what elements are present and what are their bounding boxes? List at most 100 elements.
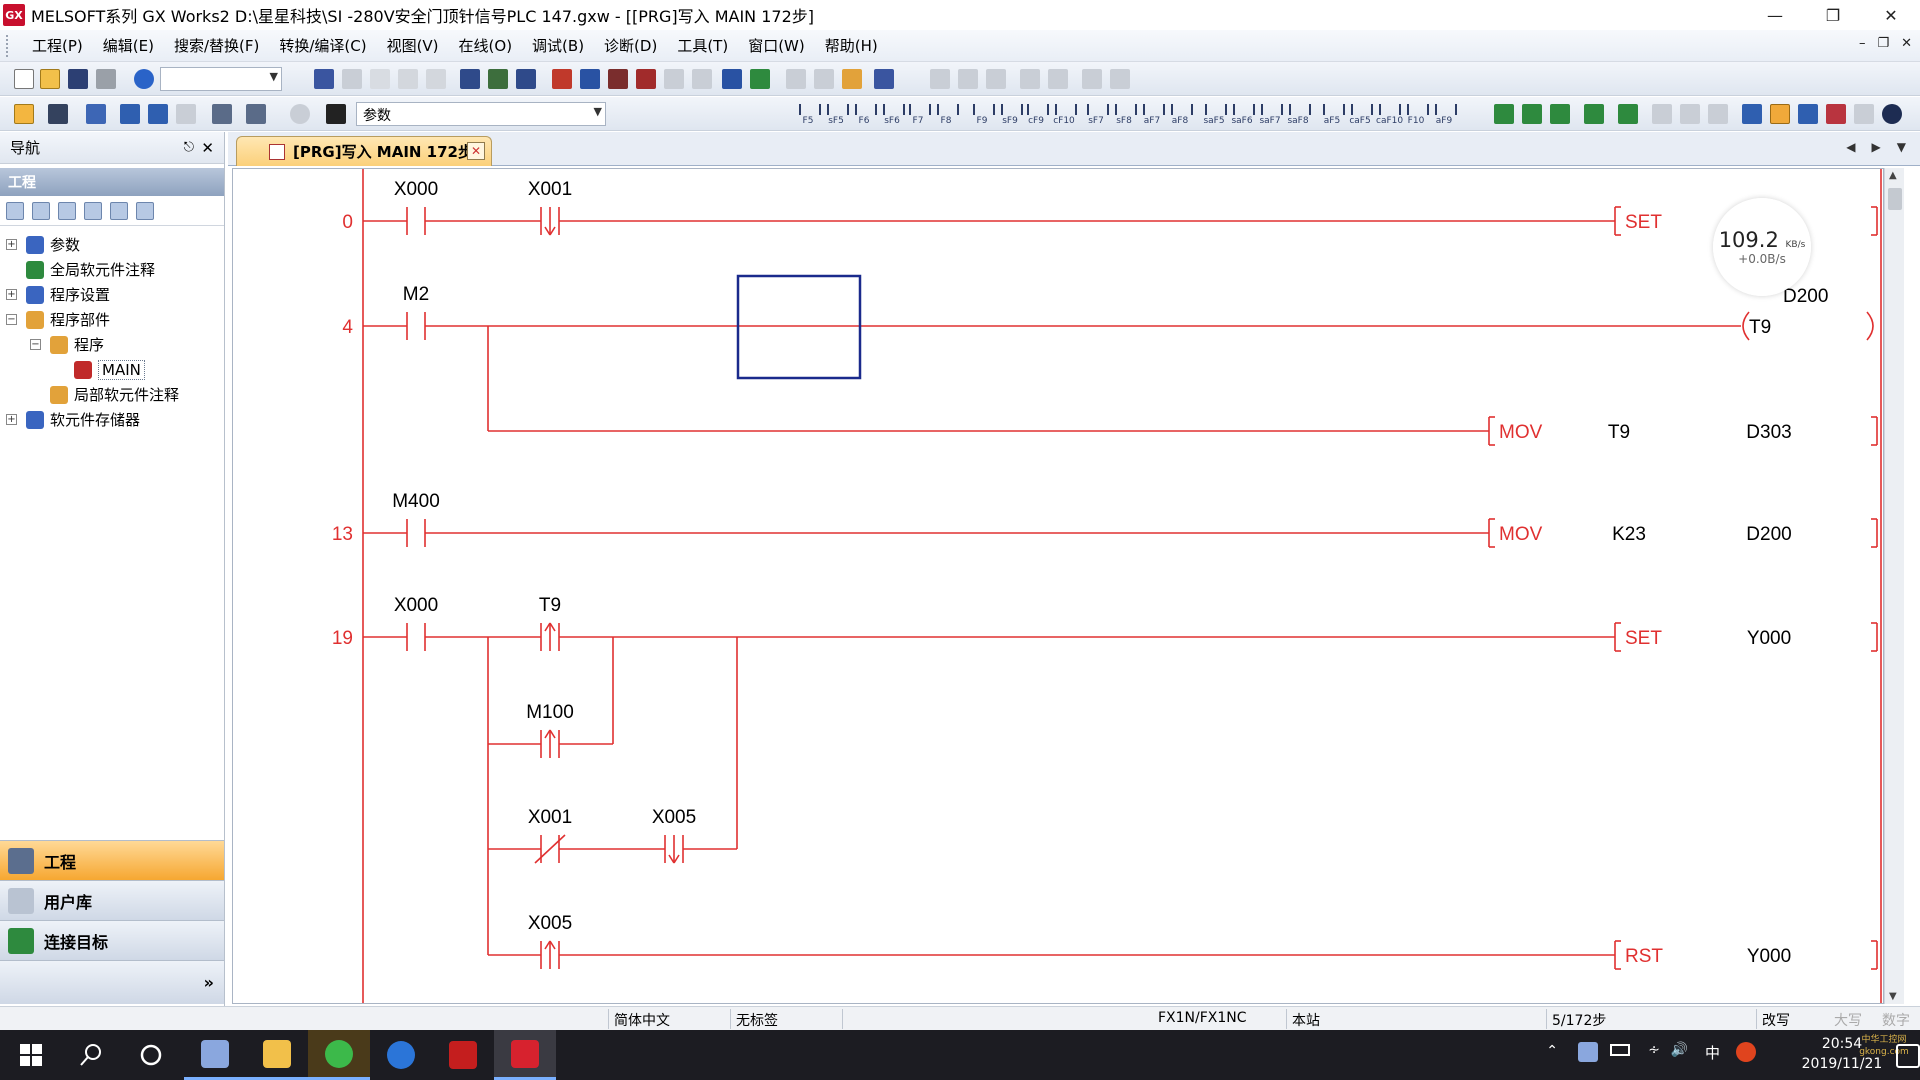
nav-button-user-library[interactable]: 用户库 <box>0 880 224 920</box>
undo-icon[interactable] <box>398 69 418 89</box>
ladder-editor[interactable]: 0 X000 X001 SET 4 M2 T9 D200 MOV T9 D303 13 M400 MOV K… <box>232 168 1884 1004</box>
dev-view-icon-3[interactable] <box>176 104 196 124</box>
menu-help[interactable]: 帮助(H) <box>825 35 878 56</box>
paste-icon[interactable] <box>370 69 390 89</box>
pin-icon[interactable]: ⎋ <box>184 140 194 155</box>
vertical-scrollbar[interactable]: ▲ ▼ <box>1884 168 1904 1004</box>
mdi-restore-button[interactable]: ❐ <box>1877 36 1889 51</box>
watch-icon[interactable] <box>212 104 232 124</box>
tray-expand-icon[interactable]: ⌃ <box>1546 1043 1558 1059</box>
tree-expand-icon[interactable]: + <box>6 239 17 250</box>
nav-button-project[interactable]: 工程 <box>0 840 224 880</box>
ime-indicator[interactable]: 中 <box>1705 1042 1720 1063</box>
nav-button-connection[interactable]: 连接目标 <box>0 920 224 960</box>
menu-project[interactable]: 工程(P) <box>32 35 83 56</box>
mdi-close-button[interactable]: ✕ <box>1901 36 1912 51</box>
menu-convert[interactable]: 转换/编译(C) <box>279 35 366 56</box>
cortana-button[interactable] <box>120 1030 182 1080</box>
tab-close-icon[interactable]: ✕ <box>467 142 485 160</box>
ladder-symbol-f6-button[interactable]: F6 <box>852 101 877 127</box>
menu-find-replace[interactable]: 搜索/替换(F) <box>174 35 259 56</box>
redo-icon[interactable] <box>426 69 446 89</box>
device-register-icon[interactable] <box>750 69 770 89</box>
ladder-symbol-saf5-button[interactable]: saF5 <box>1202 101 1227 127</box>
ladder-symbol-cf10-button[interactable]: cF10 <box>1052 101 1077 127</box>
start-button[interactable] <box>0 1030 62 1080</box>
monitor-write-icon[interactable] <box>692 69 712 89</box>
menu-debug[interactable]: 调试(B) <box>532 35 584 56</box>
device-display-icon[interactable] <box>1826 104 1846 124</box>
new-file-icon[interactable] <box>14 69 34 89</box>
dev-view-icon-2[interactable] <box>148 104 168 124</box>
nav-paste-icon[interactable] <box>58 201 76 220</box>
ladder-symbol-f9-button[interactable]: F9 <box>970 101 995 127</box>
write-to-plc-icon[interactable] <box>552 69 572 89</box>
module-view-icon[interactable] <box>48 104 68 124</box>
simulation-start-icon[interactable] <box>786 69 806 89</box>
ladder-symbol-sf7-button[interactable]: sF7 <box>1084 101 1109 127</box>
search-button[interactable] <box>60 1030 122 1080</box>
battery-icon[interactable] <box>1610 1044 1630 1056</box>
ladder-symbol-f7-button[interactable]: F7 <box>906 101 931 127</box>
read-mode-icon[interactable] <box>1652 104 1672 124</box>
ladder-symbol-sf5-button[interactable]: sF5 <box>824 101 849 127</box>
scroll-thumb[interactable] <box>1888 188 1902 210</box>
ladder-edit-icon-2[interactable] <box>958 69 978 89</box>
ladder-symbol-af8-button[interactable]: aF8 <box>1168 101 1193 127</box>
ladder-symbol-af9-button[interactable]: aF9 <box>1432 101 1457 127</box>
menu-tools[interactable]: 工具(T) <box>677 35 728 56</box>
convert-icon[interactable] <box>1494 104 1514 124</box>
ladder-edit-icon-4[interactable] <box>1020 69 1040 89</box>
read-from-plc-icon[interactable] <box>580 69 600 89</box>
menu-diagnostics[interactable]: 诊断(D) <box>604 35 657 56</box>
menu-online[interactable]: 在线(O) <box>459 35 513 56</box>
tree-item[interactable]: 局部软元件注释 <box>0 382 224 407</box>
tree-item[interactable]: − 程序部件 <box>0 307 224 332</box>
convert-online-icon[interactable] <box>1550 104 1570 124</box>
compile-icon[interactable] <box>1584 104 1604 124</box>
ladder-symbol-f5-button[interactable]: F5 <box>796 101 821 127</box>
taskbar-file-explorer[interactable] <box>246 1030 308 1080</box>
nav-close-icon[interactable]: ✕ <box>201 139 214 157</box>
rebuild-icon[interactable] <box>1618 104 1638 124</box>
scroll-up-icon[interactable]: ▲ <box>1889 170 1897 181</box>
sogou-tray-icon[interactable] <box>1736 1042 1756 1062</box>
scroll-down-icon[interactable]: ▼ <box>1889 991 1897 1002</box>
tab-list-icon[interactable]: ▼ <box>1897 140 1906 154</box>
device-search-icon[interactable] <box>460 69 480 89</box>
open-folder-icon[interactable] <box>40 69 60 89</box>
wifi-icon[interactable]: ∻ <box>1648 1042 1660 1058</box>
zoom-icon[interactable] <box>1798 104 1818 124</box>
nav-new-item-icon[interactable] <box>6 201 24 220</box>
ladder-symbol-cf9-button[interactable]: cF9 <box>1024 101 1049 127</box>
convert-all-icon[interactable] <box>1522 104 1542 124</box>
taskbar-sogou[interactable] <box>370 1030 432 1080</box>
menu-window[interactable]: 窗口(W) <box>748 35 805 56</box>
simulation-stop-icon[interactable] <box>814 69 834 89</box>
nav-copy-icon[interactable] <box>32 201 50 220</box>
tree-collapse-icon[interactable]: − <box>30 339 41 350</box>
ladder-edit-icon-3[interactable] <box>986 69 1006 89</box>
taskbar-gxworks[interactable] <box>494 1030 556 1080</box>
ladder-edit-icon-5[interactable] <box>1048 69 1068 89</box>
ladder-symbol-sf8-button[interactable]: sF8 <box>1112 101 1137 127</box>
restore-button[interactable]: ❐ <box>1804 0 1862 30</box>
parameter-combo[interactable]: 参数 ▼ <box>356 102 606 126</box>
menu-view[interactable]: 视图(V) <box>387 35 439 56</box>
setting-icon[interactable] <box>246 104 266 124</box>
menu-edit[interactable]: 编辑(E) <box>103 35 154 56</box>
tree-item[interactable]: + 程序设置 <box>0 282 224 307</box>
list-view-icon[interactable] <box>86 104 106 124</box>
ladder-symbol-saf7-button[interactable]: saF7 <box>1258 101 1283 127</box>
ladder-symbol-af7-button[interactable]: aF7 <box>1140 101 1165 127</box>
ladder-symbol-saf8-button[interactable]: saF8 <box>1286 101 1311 127</box>
toolbar-combo-1[interactable]: ▼ <box>160 67 282 91</box>
ladder-edit-icon-1[interactable] <box>930 69 950 89</box>
device-batch-icon[interactable] <box>722 69 742 89</box>
tree-item[interactable]: 全局软元件注释 <box>0 257 224 282</box>
ladder-edit-icon-7[interactable] <box>1110 69 1130 89</box>
ladder-edit-icon-6[interactable] <box>1082 69 1102 89</box>
tree-item[interactable]: − 程序 <box>0 332 224 357</box>
contact-coil-search-icon[interactable] <box>516 69 536 89</box>
window-arrange-icon[interactable] <box>874 69 894 89</box>
